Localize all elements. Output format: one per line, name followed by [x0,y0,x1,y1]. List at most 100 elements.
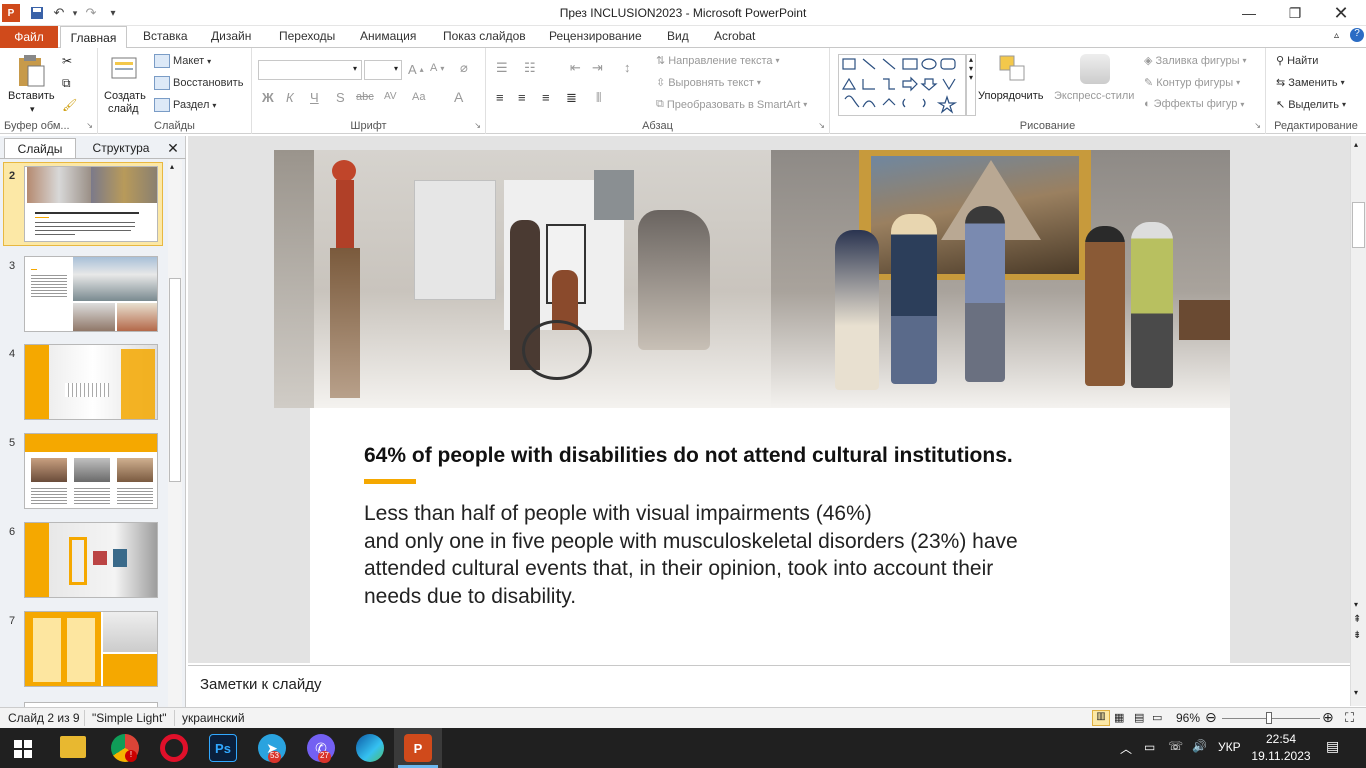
slide-thumbnail-5[interactable] [24,433,158,509]
tab-animation[interactable]: Анимация [360,29,416,43]
font-color-button[interactable]: A [454,89,463,105]
battery-icon[interactable]: ▭ [1144,740,1155,754]
shapes-scroll[interactable]: ▴ ▾ ▾ [966,54,976,116]
reset-button[interactable]: Восстановить [154,76,243,90]
clock-date[interactable]: 19.11.2023 [1250,749,1312,763]
edge-icon[interactable] [356,734,384,762]
clock-time[interactable]: 22:54 [1256,732,1306,746]
restore-button[interactable]: ❐ [1272,0,1318,26]
smartart-button[interactable]: ⧉ Преобразовать в SmartArt ▾ [656,98,807,111]
copy-icon[interactable]: ⧉ [62,76,71,91]
cut-icon[interactable]: ✂ [62,54,72,68]
slide-thumbnail-2[interactable] [24,166,158,242]
align-center-icon[interactable]: ≡ [518,90,526,105]
shape-effects-button[interactable]: ◐ Эффекты фигур ▾ [1144,98,1244,110]
char-spacing-button[interactable]: AV [384,91,397,102]
panel-tab-slides[interactable]: Слайды [4,138,76,158]
align-left-icon[interactable]: ≡ [496,90,504,105]
zoom-in-icon[interactable]: ⊕ [1322,709,1334,726]
slide-heading[interactable]: 64% of people with disabilities do not a… [364,444,1013,468]
collapse-ribbon-icon[interactable]: ▵ [1334,30,1339,41]
tab-home[interactable]: Главная [60,26,127,49]
slide-thumbnail-7[interactable] [24,611,158,687]
fit-to-window-icon[interactable]: ⛶ [1345,710,1354,726]
shape-outline-button[interactable]: ✎ Контур фигуры ▾ [1144,76,1240,90]
network-icon[interactable]: ☏ [1168,739,1183,753]
slide-sorter-icon[interactable]: ▦ [1114,711,1124,724]
bold-button[interactable]: Ж [262,90,274,105]
tab-slideshow[interactable]: Показ слайдов [443,29,526,43]
show-hidden-icons[interactable]: ︿ [1120,740,1132,757]
minimize-button[interactable]: — [1226,0,1272,26]
italic-button[interactable]: К [286,90,294,105]
reading-view-icon[interactable]: ▤ [1134,711,1144,724]
volume-icon[interactable]: 🔊 [1192,739,1207,753]
tab-file[interactable]: Файл [0,26,58,48]
select-button[interactable]: ↖ Выделить ▾ [1276,98,1346,112]
tab-design[interactable]: Дизайн [211,29,251,43]
notes-scroll-down-icon[interactable]: ▾ [1354,688,1358,697]
replace-button[interactable]: ⇆ Заменить ▾ [1276,76,1345,90]
normal-view-icon[interactable]: ▥ [1092,710,1110,726]
notes-pane[interactable]: Заметки к слайду [188,665,1350,705]
theme-name[interactable]: "Simple Light" [92,711,167,725]
close-button[interactable]: ✕ [1318,0,1364,26]
strikethrough-button[interactable]: abc [356,91,374,103]
shadow-button[interactable]: S [336,90,345,105]
notes-placeholder[interactable]: Заметки к слайду [200,676,322,693]
font-name-combo[interactable]: ▾ [258,60,362,80]
section-button[interactable]: Раздел ▾ [154,98,216,112]
photoshop-icon[interactable]: Ps [209,734,237,762]
new-slide-icon[interactable] [110,54,140,87]
new-slide-button-line2[interactable]: слайд [108,103,139,115]
font-dialog-launcher-icon[interactable]: ↘ [474,121,481,130]
tab-acrobat[interactable]: Acrobat [714,29,755,43]
paste-button[interactable]: Вставить [8,90,55,102]
notifications-icon[interactable]: ▤ [1326,738,1339,755]
decrease-indent-icon[interactable]: ⇤ [570,60,581,76]
slide-thumbnail-6[interactable] [24,522,158,598]
zoom-out-icon[interactable]: ⊖ [1205,709,1217,726]
panel-tab-outline[interactable]: Структура [80,138,162,158]
font-size-combo[interactable]: ▾ [364,60,402,80]
new-slide-button[interactable]: Создать [104,90,146,102]
input-language[interactable]: УКР [1218,740,1241,754]
paragraph-dialog-launcher-icon[interactable]: ↘ [818,121,825,130]
scroll-up-icon[interactable]: ▴ [170,162,174,171]
numbering-icon[interactable]: ☷ [524,60,536,76]
align-text-button[interactable]: ⇳ Выровнять текст ▾ [656,76,761,90]
tab-transitions[interactable]: Переходы [279,29,335,43]
tab-insert[interactable]: Вставка [143,29,188,43]
line-spacing-icon[interactable]: ↕ [624,60,631,75]
editor-scroll-thumb[interactable] [1352,202,1365,248]
panel-scroll-thumb[interactable] [169,278,181,482]
slide-body[interactable]: Less than half of people with visual imp… [364,500,1018,610]
grow-font-icon[interactable]: A ▴ [408,62,424,77]
arrange-icon[interactable] [998,54,1030,89]
change-case-button[interactable]: Aa [412,91,425,103]
powerpoint-taskbar-icon[interactable]: P [404,734,432,762]
slide-thumbnail-4[interactable] [24,344,158,420]
increase-indent-icon[interactable]: ⇥ [592,60,603,76]
layout-button[interactable]: Макет ▾ [154,54,211,68]
align-right-icon[interactable]: ≡ [542,90,550,105]
arrange-button[interactable]: Упорядочить [978,90,1043,102]
bullets-icon[interactable]: ☰ [496,60,508,76]
underline-button[interactable]: Ч [310,90,319,105]
quick-styles-icon[interactable] [1080,54,1110,84]
format-painter-icon[interactable]: 🖌 [62,98,77,112]
text-direction-button[interactable]: ⇅ Направление текста ▾ [656,54,780,68]
quick-styles-button[interactable]: Экспресс-стили [1054,90,1134,102]
dialog-launcher-icon[interactable]: ↘ [86,121,93,130]
zoom-level[interactable]: 96% [1176,711,1200,725]
windows-start-icon[interactable] [14,740,32,761]
zoom-slider-thumb[interactable] [1266,712,1272,724]
panel-close-icon[interactable]: ✕ [164,138,182,158]
opera-icon[interactable] [160,734,188,762]
next-slide-icon[interactable]: ⇟ [1353,630,1361,641]
find-button[interactable]: ⚲ Найти [1276,54,1318,68]
drawing-dialog-launcher-icon[interactable]: ↘ [1254,121,1261,130]
tab-view[interactable]: Вид [667,29,689,43]
paste-icon[interactable] [16,54,46,88]
language-indicator[interactable]: украинский [182,711,245,725]
